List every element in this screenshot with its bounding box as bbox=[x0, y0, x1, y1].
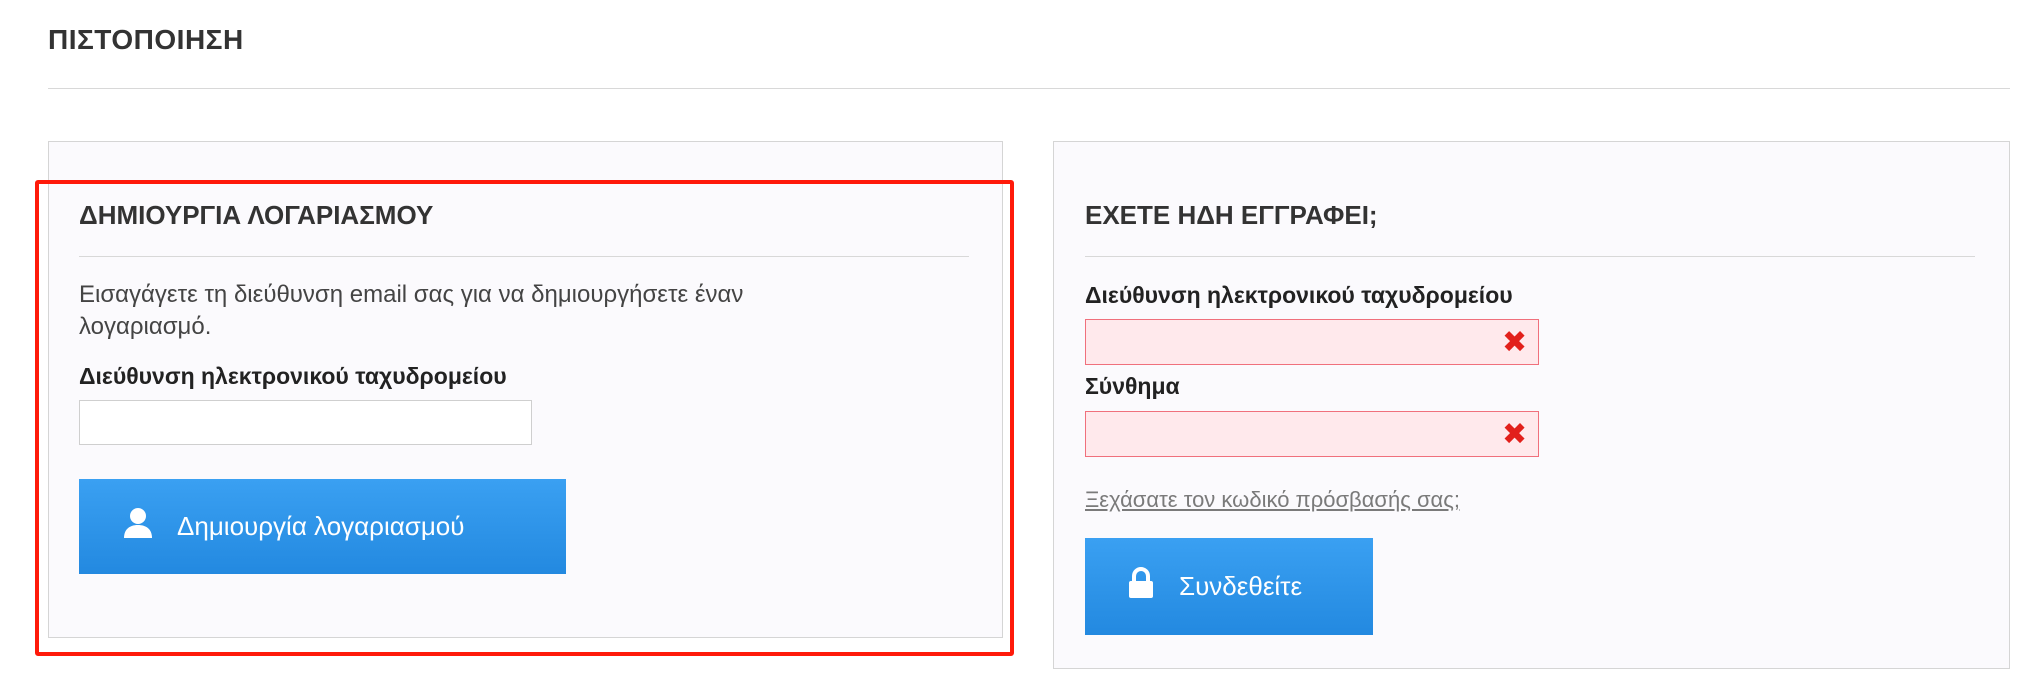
create-account-intro: Εισαγάγετε τη διεύθυνση email σας για να… bbox=[79, 279, 743, 343]
page-title: ΠΙΣΤΟΠΟΙΗΣΗ bbox=[48, 24, 244, 55]
create-account-button[interactable]: Δημιουργία λογαριασμού bbox=[79, 479, 566, 574]
login-button-label: Συνδεθείτε bbox=[1179, 571, 1303, 601]
create-account-email-label: Διεύθυνση ηλεκτρονικού ταχυδρομείου bbox=[79, 363, 507, 389]
login-password-input[interactable] bbox=[1085, 411, 1539, 457]
create-account-button-label: Δημιουργία λογαριασμού bbox=[177, 511, 465, 541]
user-icon bbox=[123, 507, 153, 546]
title-divider bbox=[48, 88, 2010, 89]
login-button[interactable]: Συνδεθείτε bbox=[1085, 538, 1373, 635]
intro-line-1: Εισαγάγετε τη διεύθυνση email σας για να… bbox=[79, 281, 744, 308]
create-account-heading: ΔΗΜΙΟΥΡΓΙΑ ΛΟΓΑΡΙΑΣΜΟΥ bbox=[79, 200, 434, 230]
password-error-icon: ✖ bbox=[1502, 418, 1528, 451]
login-email-input[interactable] bbox=[1085, 319, 1539, 365]
create-account-divider bbox=[79, 256, 969, 257]
email-error-icon: ✖ bbox=[1502, 326, 1528, 359]
login-divider bbox=[1085, 256, 1975, 257]
intro-line-2: λογαριασμό. bbox=[79, 313, 212, 340]
login-password-label: Σύνθημα bbox=[1085, 373, 1180, 399]
forgot-password-link[interactable]: Ξεχάσατε τον κωδικό πρόσβασής σας; bbox=[1085, 487, 1460, 513]
login-heading: ΕΧΕΤΕ ΗΔΗ ΕΓΓΡΑΦΕΙ; bbox=[1085, 200, 1378, 230]
login-email-label: Διεύθυνση ηλεκτρονικού ταχυδρομείου bbox=[1085, 282, 1513, 308]
lock-icon bbox=[1127, 567, 1155, 606]
create-account-email-input[interactable] bbox=[79, 400, 532, 445]
